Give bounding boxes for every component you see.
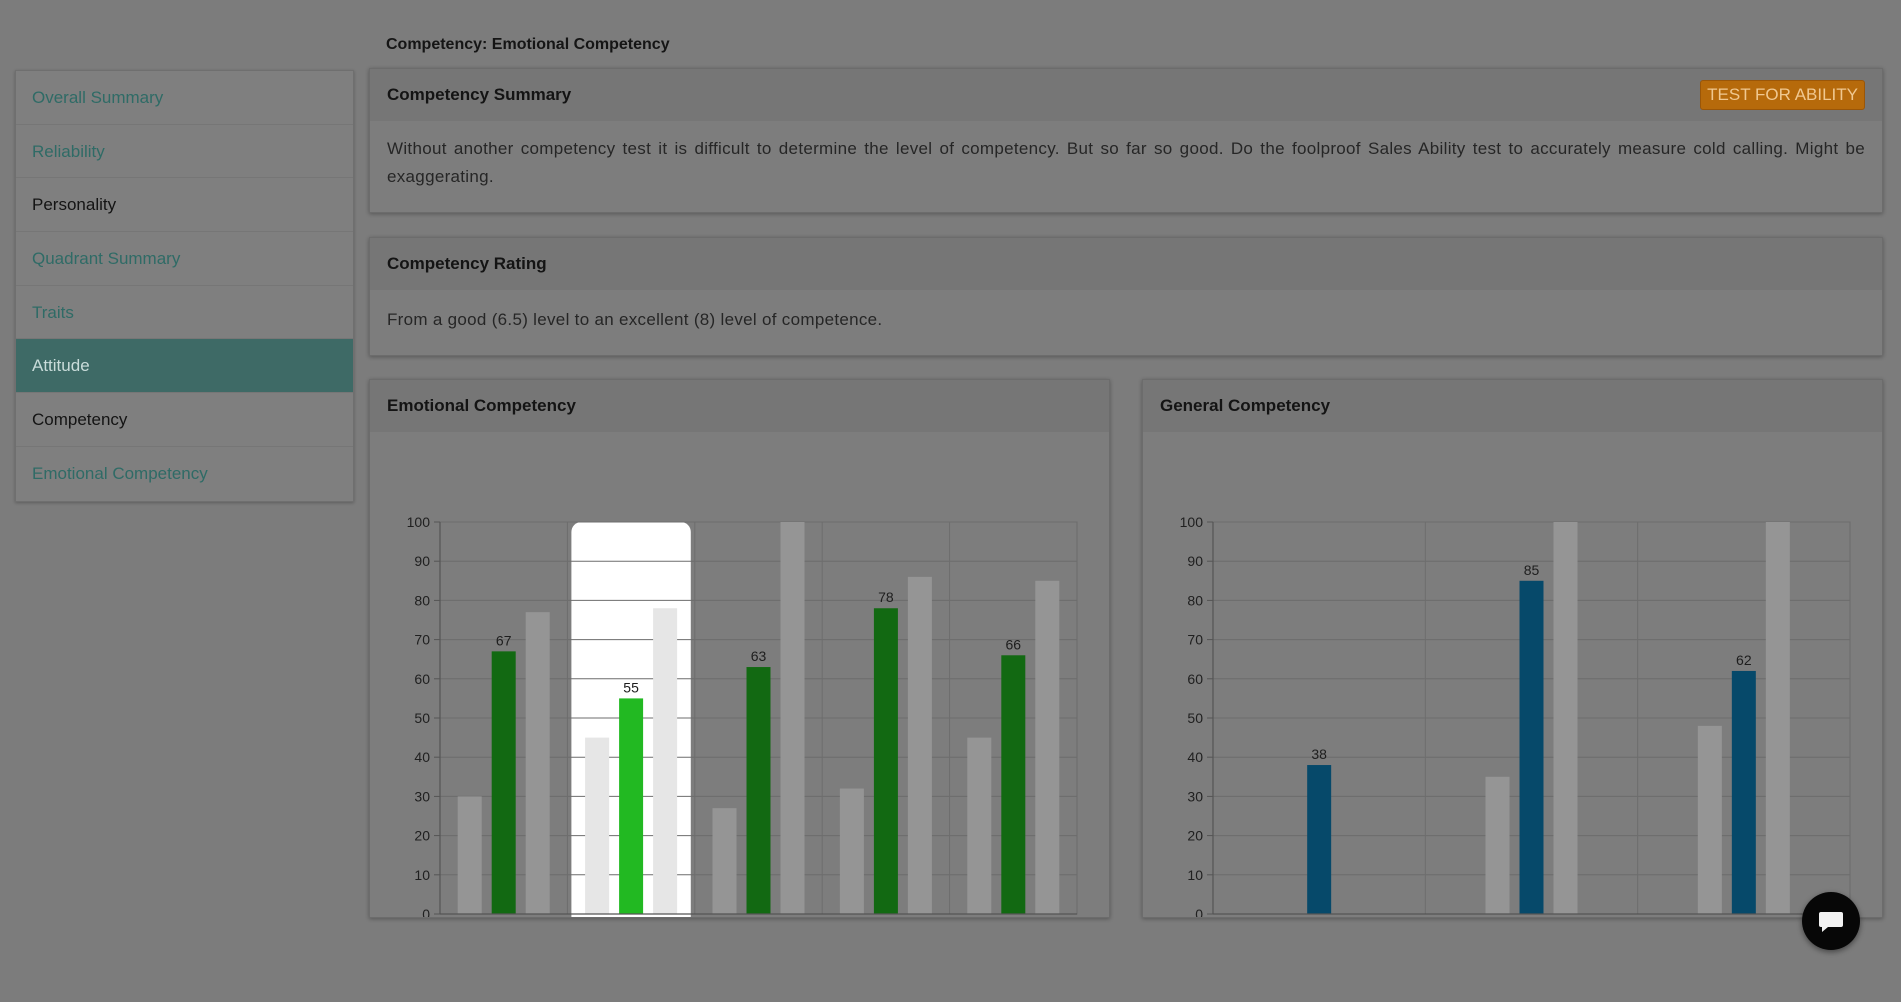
competency-summary-header: Competency Summary TEST FOR ABILITY	[370, 69, 1882, 121]
general-competency-title: General Competency	[1160, 396, 1331, 415]
competency-summary-panel: Competency Summary TEST FOR ABILITY With…	[369, 68, 1883, 213]
y-tick-label: 30	[1187, 788, 1203, 804]
data-label-average: 66	[1006, 636, 1022, 652]
competency-rating-text: From a good (6.5) level to an excellent …	[387, 310, 883, 329]
sidebar-item-reliability[interactable]: Reliability	[16, 125, 353, 179]
bar-analytical-intelligence-series-2	[1553, 522, 1578, 914]
y-tick-label: 100	[1180, 514, 1204, 530]
bar-motivation-series-2	[653, 608, 678, 914]
y-tick-label: 0	[422, 906, 430, 917]
general-competency-header: General Competency	[1143, 380, 1882, 432]
bar-self-confidence-series-1	[873, 608, 898, 914]
data-label-concentration: 38	[1311, 746, 1327, 762]
chat-bubble-icon	[1819, 912, 1843, 932]
bar-motivation-series-1	[619, 698, 644, 914]
bar-motivation-series-0	[585, 737, 610, 914]
general-competency-chart: 010203040506070809010038Concentration85A…	[1180, 514, 1851, 917]
sidebar-nav: Overall Summary Reliability Personality Qua…	[15, 70, 354, 502]
bar-communication-series-1	[746, 667, 771, 914]
data-label-motivation: 55	[623, 679, 639, 695]
data-label-ability-to-apply: 62	[1736, 652, 1752, 668]
y-tick-label: 20	[414, 828, 430, 844]
emotional-competency-title: Emotional Competency	[387, 396, 576, 415]
bar-self-confidence-series-2	[907, 576, 932, 914]
sidebar-item-traits[interactable]: Traits	[16, 286, 353, 340]
bar-analytical-intelligence-series-1	[1519, 580, 1544, 914]
y-tick-label: 50	[414, 710, 430, 726]
y-tick-label: 30	[414, 788, 430, 804]
bar-ability-to-apply-series-1	[1731, 670, 1756, 914]
bar-ability-to-apply-series-0	[1697, 725, 1722, 914]
bar-ability-to-apply-series-2	[1765, 522, 1790, 914]
data-label-self-confidence: 78	[878, 589, 894, 605]
emotional-competency-header: Emotional Competency	[370, 380, 1109, 432]
data-label-analytical-intelligence: 85	[1524, 562, 1540, 578]
y-tick-label: 40	[1187, 749, 1203, 765]
y-tick-label: 90	[414, 553, 430, 569]
data-label-focus: 67	[496, 632, 512, 648]
bar-self-confidence-series-0	[839, 788, 864, 914]
y-tick-label: 90	[1187, 553, 1203, 569]
bar-analytical-intelligence-series-0	[1485, 776, 1510, 914]
y-tick-label: 0	[1195, 906, 1203, 917]
y-tick-label: 60	[414, 671, 430, 687]
y-tick-label: 100	[407, 514, 431, 530]
y-tick-label: 70	[414, 632, 430, 648]
competency-rating-panel: Competency Rating From a good (6.5) leve…	[369, 237, 1883, 356]
bar-focus-series-1	[491, 651, 516, 914]
sidebar-item-attitude[interactable]: Attitude	[16, 339, 353, 394]
y-tick-label: 80	[414, 592, 430, 608]
y-tick-label: 50	[1187, 710, 1203, 726]
sidebar-item-competency[interactable]: Competency	[16, 393, 353, 447]
bar-focus-series-2	[525, 612, 550, 914]
competency-rating-header: Competency Rating	[370, 238, 1882, 290]
y-tick-label: 70	[1187, 632, 1203, 648]
sidebar-item-personality[interactable]: Personality	[16, 178, 353, 233]
bar-communication-series-0	[712, 808, 737, 914]
sidebar-item-overall-summary[interactable]: Overall Summary	[16, 71, 353, 125]
y-tick-label: 20	[1187, 828, 1203, 844]
bar-average-series-1	[1001, 655, 1026, 914]
bar-average-series-0	[967, 737, 992, 914]
bar-focus-series-0	[457, 796, 482, 914]
competency-rating-title: Competency Rating	[387, 254, 547, 273]
emotional-competency-chart: 010203040506070809010067Focus55Motivatio…	[407, 514, 1078, 917]
y-tick-label: 80	[1187, 592, 1203, 608]
test-for-ability-button[interactable]: TEST FOR ABILITY	[1700, 80, 1865, 110]
y-tick-label: 40	[414, 749, 430, 765]
y-tick-label: 10	[1187, 867, 1203, 883]
data-label-communication: 63	[751, 648, 767, 664]
page-title: Competency: Emotional Competency	[386, 36, 670, 53]
general-competency-panel: General Competency 0 10 20 30 40 50 60 70 80 90 10…	[1142, 379, 1883, 918]
y-tick-label: 10	[414, 867, 430, 883]
bar-concentration-series-1	[1307, 765, 1332, 914]
bar-communication-series-2	[780, 522, 805, 914]
emotional-competency-panel: Emotional Competency 0 10 20 30 40 50 60 70 80 90…	[369, 379, 1110, 918]
y-tick-label: 60	[1187, 671, 1203, 687]
competency-summary-title: Competency Summary	[387, 85, 572, 104]
sidebar-item-quadrant-summary[interactable]: Quadrant Summary	[16, 232, 353, 286]
sidebar-item-emotional-competency[interactable]: Emotional Competency	[16, 447, 353, 501]
bar-average-series-2	[1035, 580, 1060, 914]
chat-button[interactable]	[1802, 892, 1860, 950]
competency-summary-text: Without another competency test it is di…	[387, 139, 1865, 186]
